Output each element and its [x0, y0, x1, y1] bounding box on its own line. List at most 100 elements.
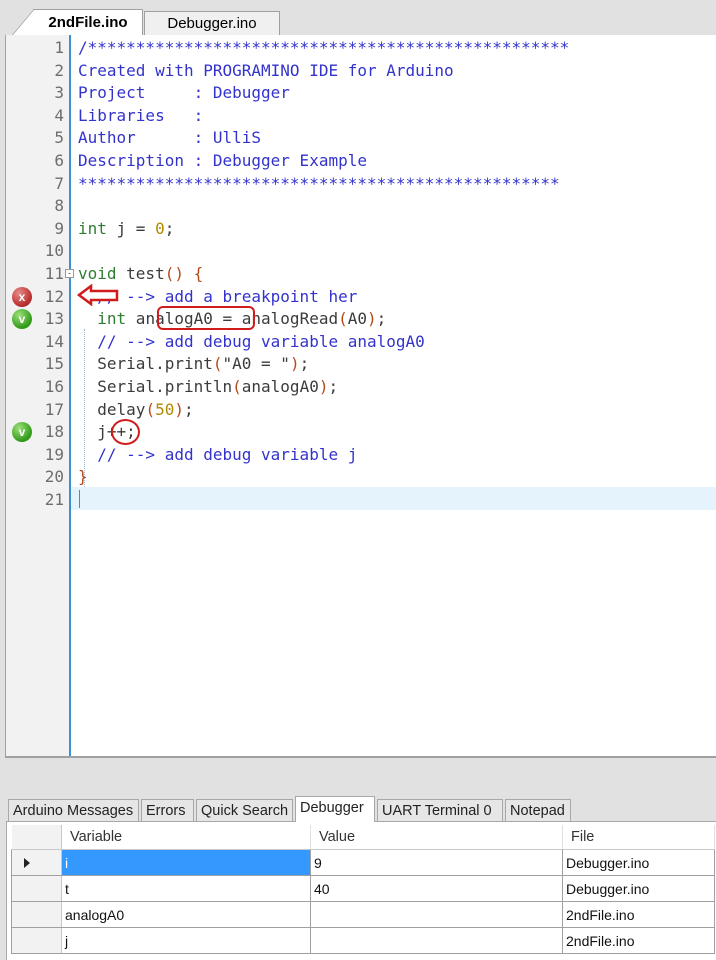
row-header[interactable]	[11, 901, 62, 928]
line-number: 7	[54, 173, 64, 193]
cell-file[interactable]: Debugger.ino	[562, 849, 715, 876]
tab-notepad[interactable]: Notepad	[505, 799, 571, 821]
cell-value[interactable]	[310, 927, 563, 954]
code-text: Serial.print("A0 = ");	[97, 354, 310, 374]
code-editor[interactable]: 1 /*************************************…	[5, 35, 716, 758]
row-header[interactable]	[11, 875, 62, 902]
cell-value[interactable]: 9	[310, 849, 563, 876]
code-text: ****************************************…	[78, 173, 560, 193]
cell-file[interactable]: 2ndFile.ino	[562, 901, 715, 928]
code-line[interactable]: 5 Author : UlliS	[6, 127, 716, 150]
code-line[interactable]: 19 // --> add debug variable j	[6, 444, 716, 467]
cell-value[interactable]	[310, 901, 563, 928]
code-text: Author : UlliS	[78, 128, 262, 148]
table-row[interactable]: i 9 Debugger.ino	[11, 849, 715, 876]
cell-variable[interactable]: analogA0	[61, 901, 311, 928]
code-line[interactable]: 2 Created with PROGRAMINO IDE for Arduin…	[6, 60, 716, 83]
line-number: 5	[54, 128, 64, 148]
table-row[interactable]: t 40 Debugger.ino	[11, 875, 715, 902]
annotation-highlight-box	[157, 306, 255, 330]
tab-label: Errors	[146, 803, 186, 819]
code-line[interactable]: 10	[6, 240, 716, 263]
row-header-corner	[11, 825, 62, 850]
line-number: 3	[54, 83, 64, 103]
code-line[interactable]: 11 - void test() {	[6, 263, 716, 286]
grid-header-row: Variable Value File	[11, 825, 715, 850]
cell-file[interactable]: Debugger.ino	[562, 875, 715, 902]
table-row[interactable]: analogA0 2ndFile.ino	[11, 901, 715, 928]
code-line[interactable]: 8	[6, 195, 716, 218]
current-row-icon	[24, 857, 30, 868]
code-line[interactable]: 6 Description : Debugger Example	[6, 150, 716, 173]
tab-label: UART Terminal 0	[382, 803, 492, 819]
file-tab-bar: 2ndFile.ino Debugger.ino	[5, 5, 716, 35]
code-line[interactable]: 17 delay(50);	[6, 399, 716, 422]
code-line[interactable]: 9 int j = 0;	[6, 218, 716, 241]
code-text: Description : Debugger Example	[78, 151, 367, 170]
annotation-arrow-icon	[77, 284, 119, 306]
code-line[interactable]: 20 }	[6, 466, 716, 489]
tab-quick-search[interactable]: Quick Search	[196, 799, 293, 821]
row-header[interactable]	[11, 849, 62, 876]
code-line[interactable]: 21	[6, 489, 716, 512]
line-number: 4	[54, 105, 64, 125]
code-line[interactable]: 16 Serial.println(analogA0);	[6, 376, 716, 399]
file-tab-2ndfile[interactable]: 2ndFile.ino	[12, 9, 143, 35]
line-number: 9	[54, 218, 64, 238]
code-line[interactable]: 7 **************************************…	[6, 173, 716, 196]
line-number: 18	[44, 422, 64, 442]
line-number: 19	[44, 444, 64, 464]
code-text: Project : Debugger	[78, 83, 290, 103]
cell-variable[interactable]: i	[61, 849, 311, 876]
tab-errors[interactable]: Errors	[141, 799, 194, 821]
column-header-variable[interactable]: Variable	[61, 825, 311, 850]
line-number: 16	[44, 377, 64, 396]
column-header-file[interactable]: File	[562, 825, 715, 850]
line-number: 14	[44, 331, 64, 351]
line-number: 20	[44, 467, 64, 487]
tab-label: Arduino Messages	[13, 803, 134, 819]
line-number: 15	[44, 354, 64, 374]
line-number: 6	[54, 151, 64, 170]
code-text: void test() {	[78, 264, 204, 283]
code-line[interactable]: 14 // --> add debug variable analogA0	[6, 331, 716, 354]
code-text: // --> add debug variable j	[78, 444, 358, 464]
fold-toggle-icon[interactable]: -	[65, 269, 74, 278]
line-number: 11	[44, 264, 64, 283]
cell-variable[interactable]: j	[61, 927, 311, 954]
tab-debugger[interactable]: Debugger	[295, 796, 375, 822]
debugger-panel: Variable Value File i 9 Debugger.ino t 4…	[6, 821, 716, 960]
file-tab-label: 2ndFile.ino	[48, 14, 128, 31]
tab-arduino-messages[interactable]: Arduino Messages	[8, 799, 139, 821]
row-header[interactable]	[11, 927, 62, 954]
file-tab-label: Debugger.ino	[167, 15, 257, 32]
line-number: 1	[54, 38, 64, 57]
code-line[interactable]: 4 Libraries :	[6, 105, 716, 128]
code-text: Serial.println(analogA0);	[97, 377, 339, 396]
code-line[interactable]: v 13 int analogA0 = analogRead(A0);	[6, 308, 716, 331]
code-text: /***************************************…	[78, 38, 570, 57]
debug-variables-grid[interactable]: Variable Value File i 9 Debugger.ino t 4…	[11, 825, 715, 954]
cell-variable[interactable]: t	[61, 875, 311, 902]
line-number: 13	[44, 309, 64, 329]
line-number: 2	[54, 60, 64, 80]
line-number: 17	[44, 399, 64, 419]
file-tab-debugger[interactable]: Debugger.ino	[144, 11, 280, 35]
code-line[interactable]: 1 /*************************************…	[6, 37, 716, 60]
code-line[interactable]: 3 Project : Debugger	[6, 82, 716, 105]
code-line[interactable]: 15 Serial.print("A0 = ");	[6, 353, 716, 376]
table-row[interactable]: j 2ndFile.ino	[11, 927, 715, 954]
line-number: 8	[54, 196, 64, 216]
code-text: delay(50);	[97, 399, 194, 419]
cell-value[interactable]: 40	[310, 875, 563, 902]
line-number: 21	[44, 490, 64, 509]
tab-uart-terminal[interactable]: UART Terminal 0	[377, 799, 503, 821]
column-header-value[interactable]: Value	[310, 825, 563, 850]
line-number: 10	[44, 241, 64, 261]
annotation-highlight-circle	[111, 419, 140, 445]
code-text: Created with PROGRAMINO IDE for Arduino	[78, 60, 454, 80]
tab-label: Notepad	[510, 803, 565, 819]
cell-file[interactable]: 2ndFile.ino	[562, 927, 715, 954]
code-text: }	[78, 467, 88, 487]
tab-label: Debugger	[300, 800, 364, 816]
